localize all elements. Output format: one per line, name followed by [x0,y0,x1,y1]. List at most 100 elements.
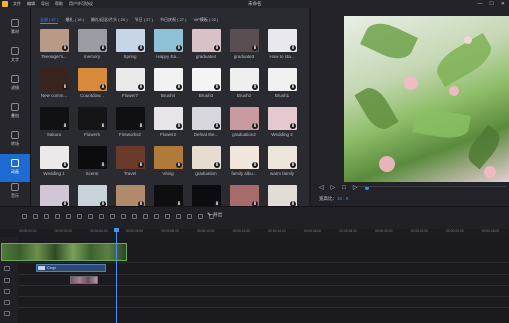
download-icon[interactable]: ⬇ [214,84,220,90]
download-icon[interactable]: ⬇ [62,45,68,51]
category-tab[interactable]: 节日 ( 27 ) [135,17,153,24]
template-thumbnail[interactable]: ⬇ [116,107,145,130]
playback-progress-bar[interactable] [356,186,506,187]
download-icon[interactable]: ⬇ [100,162,106,168]
template-thumbnail[interactable]: ⬇ [230,107,259,130]
template-thumbnail[interactable]: ⬇ [230,185,259,208]
template-thumbnail[interactable]: ⬇ [40,185,69,208]
download-icon[interactable]: ⬇ [214,45,220,51]
timeline-ruler[interactable]: 00:00:00.00 00:00:02.00 00:00:04.00 00:00:0… [19,228,509,237]
download-icon[interactable]: ⬇ [252,45,258,51]
template-thumbnail[interactable]: ⬇ [78,107,107,130]
download-icon[interactable]: ⬇ [290,162,296,168]
text-clip[interactable]: Crop [36,264,106,272]
category-tab[interactable]: VIP模板 ( 22 ) [193,17,218,24]
template-thumbnail[interactable]: ⬇ [268,107,297,130]
category-tab[interactable]: 婚礼 ( 19 ) [65,17,83,24]
duration-icon[interactable] [154,214,159,219]
download-icon[interactable]: ⬇ [100,84,106,90]
template-thumbnail[interactable]: ⬇ [230,68,259,91]
split-icon[interactable] [77,214,82,219]
undo-icon[interactable] [22,214,27,219]
download-icon[interactable]: ⬇ [62,162,68,168]
cut-icon[interactable] [55,214,60,219]
prev-frame-icon[interactable]: ◁ [319,184,324,191]
template-thumbnail[interactable]: ⬇ [230,146,259,169]
download-icon[interactable]: ⬇ [214,123,220,129]
download-icon[interactable]: ⬇ [138,123,144,129]
crop-icon[interactable] [88,214,93,219]
template-thumbnail[interactable]: ⬇ [116,185,145,208]
overlay-clip[interactable] [70,276,98,284]
video-clip[interactable] [1,243,127,261]
download-icon[interactable]: ⬇ [62,84,68,90]
filter-track-icon[interactable] [4,289,10,294]
play-icon[interactable]: ▷ [331,184,336,191]
template-thumbnail[interactable]: ⬇ [78,146,107,169]
close-icon[interactable]: ✕ [501,0,505,8]
sidebar-item[interactable]: 音乐 [0,178,30,206]
zoom-icon[interactable] [110,214,115,219]
download-icon[interactable]: ⬇ [252,162,258,168]
template-thumbnail[interactable]: ⬇ [40,68,69,91]
template-thumbnail[interactable]: ⬇ [78,68,107,91]
download-icon[interactable]: ⬇ [138,84,144,90]
sidebar-item[interactable]: 文字 [0,42,30,70]
download-icon[interactable]: ⬇ [138,162,144,168]
minimize-icon[interactable]: — [477,0,482,8]
overlay-track-icon[interactable] [4,278,10,283]
download-icon[interactable]: ⬇ [100,45,106,51]
marker-icon[interactable] [198,214,203,219]
download-icon[interactable]: ⬇ [176,162,182,168]
sidebar-item[interactable]: 转场 [0,126,30,154]
download-icon[interactable]: ⬇ [176,45,182,51]
menu-item[interactable]: 导出 [41,0,49,8]
template-thumbnail[interactable]: ⬇ [154,146,183,169]
stop-icon[interactable]: □ [342,185,346,191]
aspect-ratio[interactable]: 宽高比：16 : 9 [319,196,348,202]
template-thumbnail[interactable]: ⬇ [230,29,259,52]
template-thumbnail[interactable]: ⬇ [154,107,183,130]
download-icon[interactable]: ⬇ [290,84,296,90]
download-icon[interactable]: ⬇ [214,162,220,168]
download-icon[interactable]: ⬇ [176,123,182,129]
menu-item[interactable]: 文件 [13,0,21,8]
template-thumbnail[interactable]: ⬇ [192,185,221,208]
menu-item[interactable]: 编辑 [27,0,35,8]
delete-icon[interactable] [44,214,49,219]
edit-icon[interactable] [66,214,71,219]
redo-icon[interactable] [33,214,38,219]
voice-track-icon[interactable] [4,311,10,316]
template-thumbnail[interactable]: ⬇ [40,29,69,52]
download-icon[interactable]: ⬇ [290,45,296,51]
template-thumbnail[interactable]: ⬇ [40,107,69,130]
template-thumbnail[interactable]: ⬇ [268,185,297,208]
template-thumbnail[interactable]: ⬇ [78,185,107,208]
sidebar-item[interactable]: 素材 [0,14,30,42]
template-thumbnail[interactable]: ⬇ [116,68,145,91]
template-thumbnail[interactable]: ⬇ [154,185,183,208]
maximize-icon[interactable]: ☐ [489,0,493,8]
download-icon[interactable]: ⬇ [252,123,258,129]
download-icon[interactable]: ⬇ [62,123,68,129]
template-thumbnail[interactable]: ⬇ [116,29,145,52]
download-icon[interactable]: ⬇ [252,84,258,90]
color-icon[interactable] [176,214,181,219]
template-thumbnail[interactable]: ⬇ [192,68,221,91]
download-icon[interactable]: ⬇ [176,84,182,90]
template-thumbnail[interactable]: ⬇ [78,29,107,52]
template-thumbnail[interactable]: ⬇ [154,29,183,52]
download-icon[interactable]: ⬇ [138,45,144,51]
rotate-icon[interactable] [99,214,104,219]
download-icon[interactable]: ⬇ [290,123,296,129]
text-track-icon[interactable] [4,266,10,271]
playhead[interactable] [114,228,119,323]
template-thumbnail[interactable]: ⬇ [192,146,221,169]
template-thumbnail[interactable]: ⬇ [116,146,145,169]
template-thumbnail[interactable]: ⬇ [192,29,221,52]
sidebar-item[interactable]: 滤镜 [0,70,30,98]
music-track-icon[interactable] [4,300,10,305]
category-tab[interactable]: 婚礼/纪念/片头 ( 20 ) [91,17,128,24]
template-thumbnail[interactable]: ⬇ [40,146,69,169]
record-icon[interactable] [165,214,170,219]
